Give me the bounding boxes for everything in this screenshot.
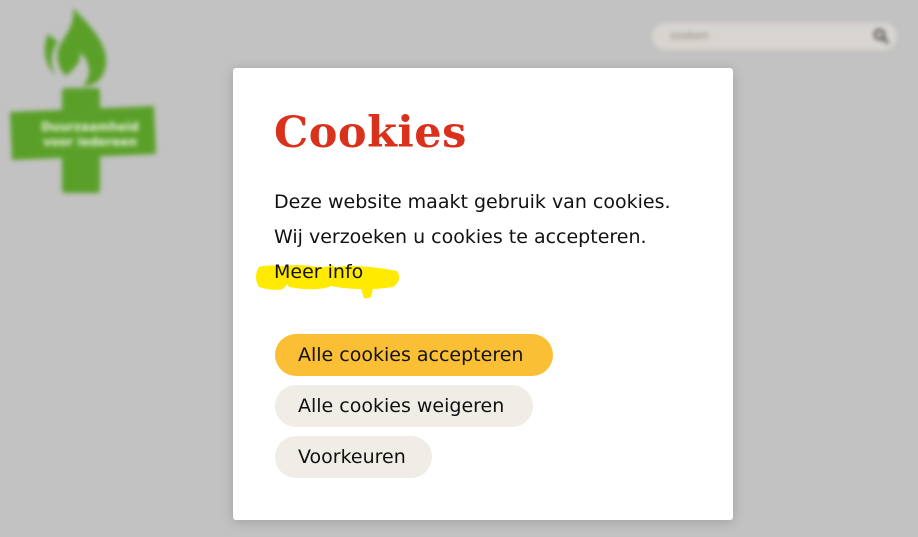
- cookie-dialog: Cookies Deze website maakt gebruik van c…: [233, 68, 733, 520]
- dialog-text-line2: Wij verzoeken u cookies te accepteren.: [274, 226, 647, 248]
- dialog-title: Cookies: [274, 108, 467, 158]
- reject-all-button[interactable]: Alle cookies weigeren: [275, 385, 533, 427]
- preferences-button[interactable]: Voorkeuren: [275, 436, 432, 478]
- accept-all-button[interactable]: Alle cookies accepteren: [275, 334, 553, 376]
- dialog-text-line1: Deze website maakt gebruik van cookies.: [274, 191, 671, 213]
- more-info-link[interactable]: Meer info: [274, 260, 363, 284]
- more-info-wrapper: Meer info: [255, 257, 405, 302]
